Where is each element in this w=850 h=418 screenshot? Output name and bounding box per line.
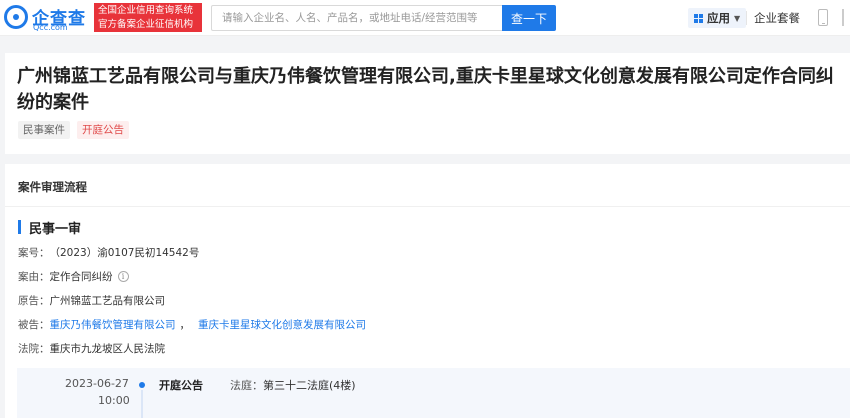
timeline-detail-label: 法庭： [230,379,263,392]
apps-label: 应用 [707,11,730,25]
case-cause-row: 案由： 定作合同纠纷 [18,269,129,284]
plaintiff-label: 原告： [18,295,50,307]
header-divider [746,11,747,25]
court-label: 法院： [18,343,50,355]
case-number-row: 案号： （2023）渝0107民初14542号 [18,245,199,260]
more-edge [842,9,850,26]
qcc-logo-icon [4,5,28,29]
timeline-time: 10:00 [98,394,130,407]
stage-title: 民事一审 [29,222,82,237]
timeline-line [141,390,143,418]
court-row: 法院： 重庆市九龙坡区人民法院 [18,341,165,356]
qcc-logo[interactable]: 企查查 Qcc.com [4,4,92,32]
timeline-item[interactable]: 2023-06-27 10:00 开庭公告 法庭：第三十二法庭(4楼) [17,368,850,418]
search-input[interactable] [211,5,502,31]
flow-header: 案件审理流程 [5,164,850,207]
enterprise-plan-link[interactable]: 企业套餐 [754,10,800,26]
plaintiff-row: 原告： 广州锦蓝工艺品有限公司 [18,293,165,308]
defendant-link-2[interactable]: 重庆卡里星球文化创意发展有限公司 [198,317,366,332]
case-title: 广州锦蓝工艺品有限公司与重庆乃伟餐饮管理有限公司,重庆卡里星球文化创意发展有限公… [17,66,834,113]
stage-marker [18,220,21,234]
timeline-date: 2023-06-27 [65,377,129,390]
tag-civil-case: 民事案件 [18,121,70,139]
case-flow-card: 案件审理流程 民事一审 案号： （2023）渝0107民初14542号 案由： … [5,164,850,418]
logo-domain: Qcc.com [33,23,68,32]
phone-icon[interactable] [818,9,828,26]
defendant-row: 被告： 重庆乃伟餐饮管理有限公司 ， 重庆卡里星球文化创意发展有限公司 [18,317,366,332]
badge-line-2: 官方备案企业征信机构 [98,18,194,30]
court-value: 重庆市九龙坡区人民法院 [49,343,166,355]
case-title-card: 广州锦蓝工艺品有限公司与重庆乃伟餐饮管理有限公司,重庆卡里星球文化创意发展有限公… [5,53,850,154]
timeline-detail-value: 第三十二法庭(4楼) [263,379,356,392]
flow-section-title: 案件审理流程 [18,180,87,194]
chevron-down-icon: ▼ [734,13,741,23]
apps-grid-icon [694,13,703,23]
defendant-link-1[interactable]: 重庆乃伟餐饮管理有限公司 [50,317,176,332]
apps-menu-button[interactable]: 应用 ▼ [688,8,747,28]
badge-line-1: 全国企业信用查询系统 [98,5,194,16]
info-icon[interactable] [117,271,129,282]
case-number-label: 案号： [18,247,50,259]
top-header: 企查查 Qcc.com 全国企业信用查询系统 官方备案企业征信机构 查一下 应用… [0,0,850,36]
defendant-separator: ， [179,319,191,331]
case-cause-label: 案由： [18,271,50,283]
search-button[interactable]: 查一下 [502,5,556,31]
plaintiff-value: 广州锦蓝工艺品有限公司 [49,295,166,307]
timeline-event: 开庭公告 [159,379,203,392]
timeline-detail: 法庭：第三十二法庭(4楼) [230,377,356,393]
tag-hearing-notice: 开庭公告 [77,121,129,139]
case-number-value: （2023）渝0107民初14542号 [49,247,200,259]
case-cause-value: 定作合同纠纷 [49,271,113,283]
official-badge[interactable]: 全国企业信用查询系统 官方备案企业征信机构 [94,3,202,32]
timeline-dot-icon [139,382,145,388]
defendant-label: 被告： [18,319,50,331]
